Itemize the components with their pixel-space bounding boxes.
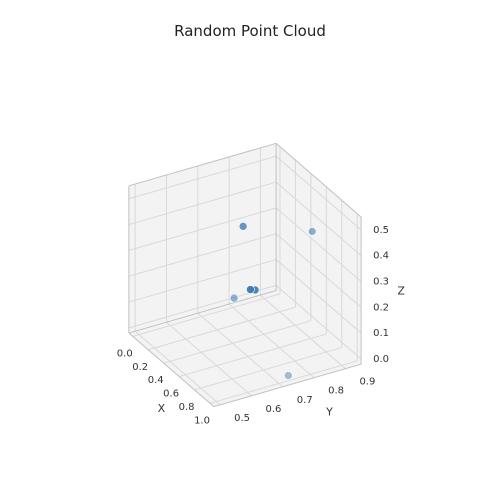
scatter-point [230, 294, 238, 302]
x-axis-label: X [158, 402, 166, 415]
y-tick-label: 0.8 [328, 386, 344, 397]
z-tick-label: 0.1 [373, 328, 389, 339]
y-tick-label: 0.5 [234, 413, 250, 424]
z-tick-label: 0.5 [373, 225, 389, 236]
scatter-point [239, 222, 247, 230]
y-tick-label: 0.9 [359, 377, 375, 388]
scatter-point [246, 286, 254, 294]
z-tick-label: 0.4 [373, 251, 389, 262]
y-tick-label: 0.6 [265, 404, 281, 415]
x-tick-label: 0.4 [148, 375, 164, 386]
x-tick-label: 0.0 [117, 348, 133, 359]
scatter-point [284, 372, 292, 380]
x-tick-label: 0.6 [163, 389, 179, 400]
scatter-point [308, 227, 316, 235]
y-axis-label: Y [325, 405, 333, 418]
x-tick-label: 0.2 [132, 362, 148, 373]
z-axis-label: Z [397, 285, 405, 298]
figure: Random Point Cloud 0.00.20.40.60.81.00.5… [0, 0, 500, 500]
x-tick-label: 0.8 [179, 402, 195, 413]
y-tick-label: 0.7 [297, 395, 313, 406]
plot-area: 0.00.20.40.60.81.00.50.60.70.80.90.00.10… [0, 0, 500, 500]
z-tick-label: 0.0 [373, 354, 389, 365]
x-tick-label: 1.0 [194, 415, 210, 426]
z-tick-label: 0.3 [373, 277, 389, 288]
z-tick-label: 0.2 [373, 302, 389, 313]
